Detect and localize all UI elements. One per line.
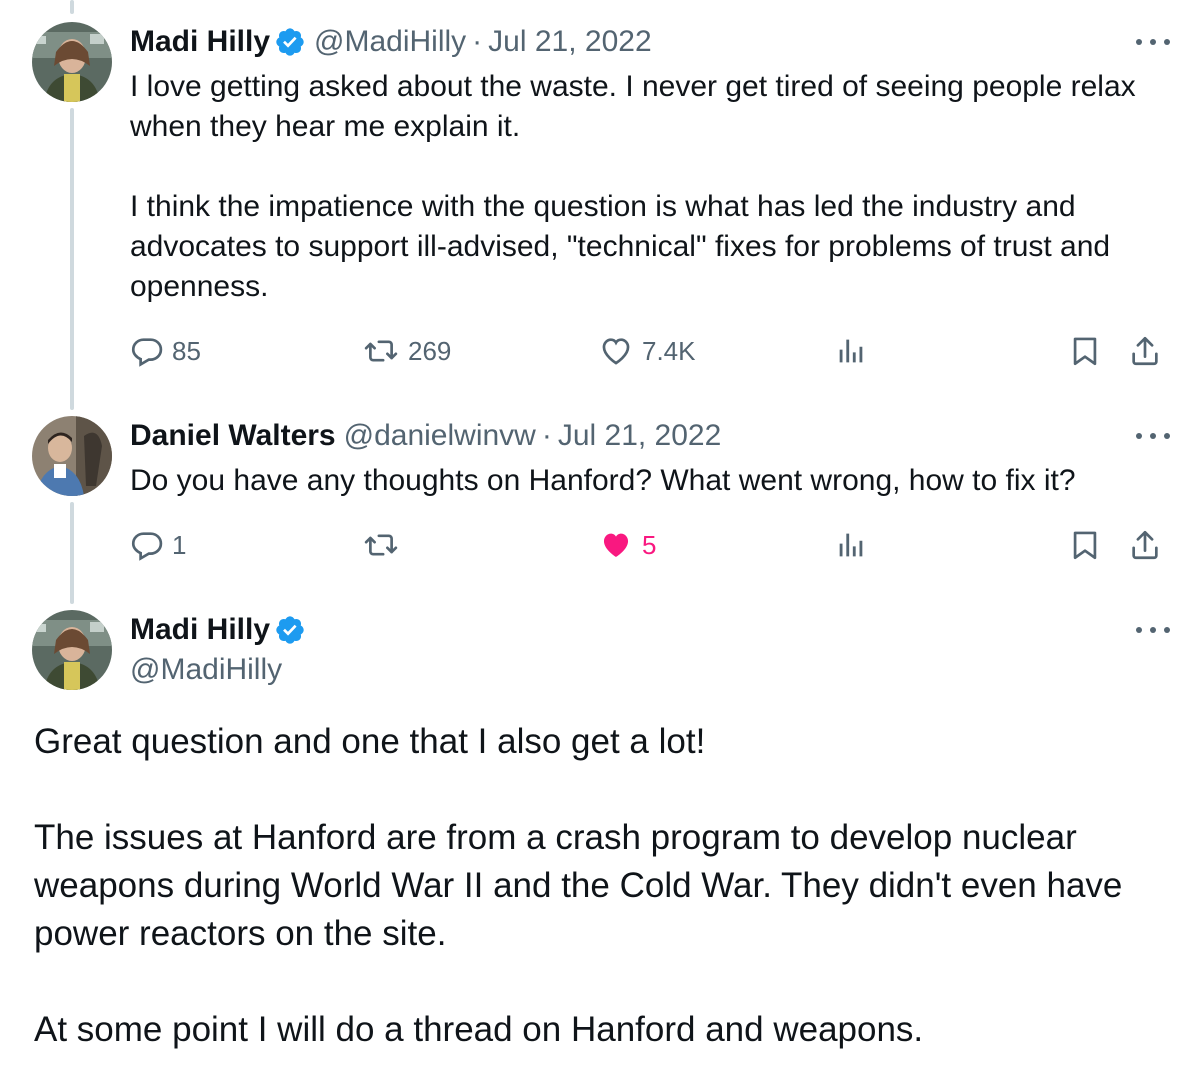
reply-count: 1	[172, 529, 187, 560]
reply-count: 85	[172, 335, 201, 366]
views-button[interactable]	[834, 331, 868, 371]
like-button[interactable]: 5	[598, 525, 656, 565]
tweet-date[interactable]: Jul 21, 2022	[558, 418, 721, 454]
author-name[interactable]: Madi Hilly	[130, 24, 270, 60]
repost-button[interactable]: 269	[362, 331, 451, 371]
avatar[interactable]	[32, 416, 112, 496]
like-count: 5	[642, 529, 657, 560]
separator-dot: ·	[541, 419, 552, 452]
more-icon[interactable]	[1136, 625, 1170, 635]
avatar[interactable]	[32, 22, 112, 102]
thread-line	[70, 502, 74, 604]
thread-line	[70, 108, 74, 410]
bookmark-icon	[1073, 337, 1097, 366]
reply-icon	[131, 532, 163, 561]
tweet-header: Madi Hilly @MadiHilly · Jul 21, 2022	[130, 24, 652, 60]
author-handle[interactable]: @MadiHilly	[130, 652, 282, 688]
avatar[interactable]	[32, 610, 112, 690]
tweet-actions: 1 5	[130, 525, 1170, 565]
author-name[interactable]: Daniel Walters	[130, 418, 336, 454]
tweet-text: I love getting asked about the waste. I …	[130, 70, 1136, 303]
repost-count: 269	[408, 335, 452, 366]
reply-icon	[131, 338, 163, 367]
tweet-text: Do you have any thoughts on Hanford? Wha…	[130, 464, 1076, 497]
bookmark-button[interactable]	[1068, 331, 1102, 371]
bookmark-button[interactable]	[1068, 525, 1102, 565]
tweet-date[interactable]: Jul 21, 2022	[488, 24, 651, 60]
share-button[interactable]	[1128, 525, 1162, 565]
verified-badge-icon	[276, 616, 304, 644]
repost-icon	[364, 340, 398, 362]
views-icon	[839, 533, 863, 557]
bookmark-icon	[1073, 531, 1097, 560]
reply-button[interactable]: 85	[130, 331, 201, 371]
heart-icon	[603, 533, 629, 558]
repost-button[interactable]	[362, 525, 408, 565]
more-icon[interactable]	[1136, 431, 1170, 441]
separator-dot: ·	[472, 25, 483, 58]
tweet-header: Daniel Walters @danielwinvw · Jul 21, 20…	[130, 418, 721, 454]
author-handle[interactable]: @danielwinvw	[344, 418, 536, 454]
like-count: 7.4K	[642, 335, 696, 366]
repost-icon	[364, 534, 398, 556]
thread-line	[70, 0, 74, 14]
heart-icon	[602, 338, 630, 365]
main-tweet-author: Madi Hilly	[130, 612, 314, 648]
like-button[interactable]: 7.4K	[598, 331, 696, 371]
verified-badge-icon	[276, 28, 304, 56]
author-name[interactable]: Madi Hilly	[130, 612, 270, 648]
reply-button[interactable]: 1	[130, 525, 186, 565]
views-button[interactable]	[834, 525, 868, 565]
author-handle[interactable]: @MadiHilly	[314, 24, 466, 60]
share-button[interactable]	[1128, 331, 1162, 371]
share-icon	[1132, 336, 1158, 366]
share-icon	[1132, 530, 1158, 560]
main-tweet-text: Great question and one that I also get a…	[34, 722, 1123, 1049]
tweet-actions: 85 269 7.4K	[130, 331, 1170, 371]
views-icon	[839, 339, 863, 363]
more-icon[interactable]	[1136, 37, 1170, 47]
